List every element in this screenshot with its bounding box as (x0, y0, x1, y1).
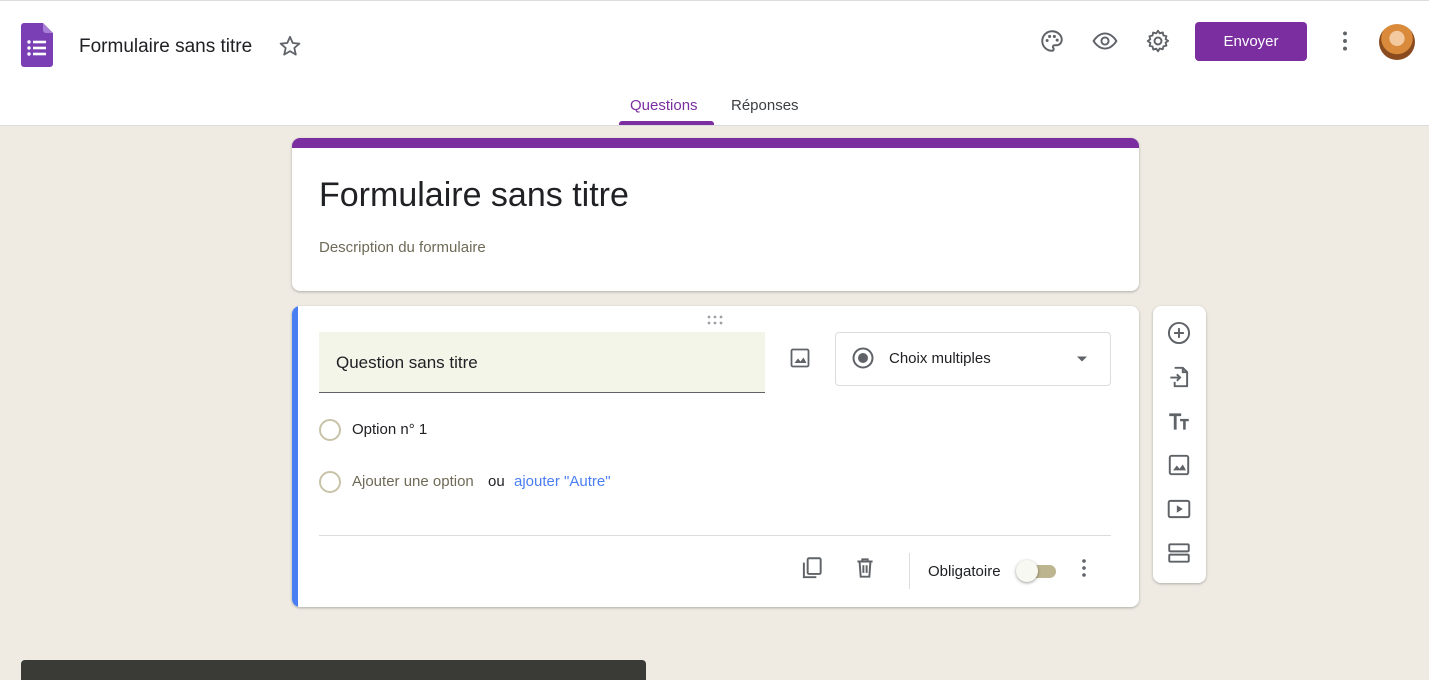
delete-icon[interactable] (852, 555, 878, 581)
gear-icon[interactable] (1145, 28, 1171, 54)
radio-button-icon (851, 346, 875, 370)
floating-toolbar (1153, 306, 1206, 583)
question-type-dropdown[interactable]: Choix multiples (835, 332, 1111, 386)
question-type-label: Choix multiples (889, 350, 991, 367)
tab-responses[interactable]: Réponses (731, 97, 799, 114)
form-header-card: Formulaire sans titre Description du for… (292, 138, 1139, 291)
footer-vertical-divider (909, 553, 910, 589)
question-title-text: Question sans titre (336, 353, 478, 372)
add-image-icon[interactable] (788, 346, 812, 370)
option-radio (319, 419, 341, 441)
add-circle-icon[interactable] (1166, 320, 1192, 346)
dropdown-arrow-icon (1076, 355, 1088, 363)
import-questions-icon[interactable] (1166, 364, 1192, 390)
active-question-indicator (292, 306, 298, 607)
star-icon[interactable] (278, 34, 302, 58)
duplicate-icon[interactable] (799, 555, 825, 581)
add-other-link[interactable]: ajouter "Autre" (514, 473, 611, 490)
active-tab-indicator (619, 121, 714, 125)
form-description[interactable]: Description du formulaire (319, 239, 486, 256)
required-label: Obligatoire (928, 563, 1001, 580)
toggle-thumb (1016, 560, 1038, 582)
form-title[interactable]: Formulaire sans titre (319, 176, 629, 215)
add-option-link[interactable]: Ajouter une option (352, 473, 474, 490)
snackbar (21, 660, 646, 680)
option-label[interactable]: Option n° 1 (352, 421, 427, 438)
footer-divider (319, 535, 1111, 536)
or-separator: ou (488, 473, 505, 490)
question-card[interactable]: Question sans titre Choix multiples Opti… (292, 306, 1139, 607)
form-accent-bar (292, 138, 1139, 148)
section-icon[interactable] (1166, 540, 1192, 566)
eye-icon[interactable] (1092, 28, 1118, 54)
avatar[interactable] (1379, 24, 1415, 60)
send-button[interactable]: Envoyer (1195, 22, 1307, 61)
question-more-icon[interactable] (1072, 556, 1096, 580)
document-title[interactable]: Formulaire sans titre (79, 36, 252, 58)
title-text-icon[interactable] (1166, 408, 1192, 434)
forms-logo-icon[interactable] (21, 23, 53, 67)
add-option-radio (319, 471, 341, 493)
drag-handle-icon[interactable] (706, 315, 724, 325)
more-vert-icon[interactable] (1332, 28, 1358, 54)
video-icon[interactable] (1166, 496, 1192, 522)
palette-icon[interactable] (1039, 28, 1065, 54)
image-icon[interactable] (1166, 452, 1192, 478)
question-title-input[interactable]: Question sans titre (319, 332, 765, 393)
tab-questions[interactable]: Questions (630, 97, 698, 114)
top-bar: Formulaire sans titre Envoyer Questions … (0, 0, 1429, 126)
required-toggle[interactable] (1016, 559, 1058, 583)
